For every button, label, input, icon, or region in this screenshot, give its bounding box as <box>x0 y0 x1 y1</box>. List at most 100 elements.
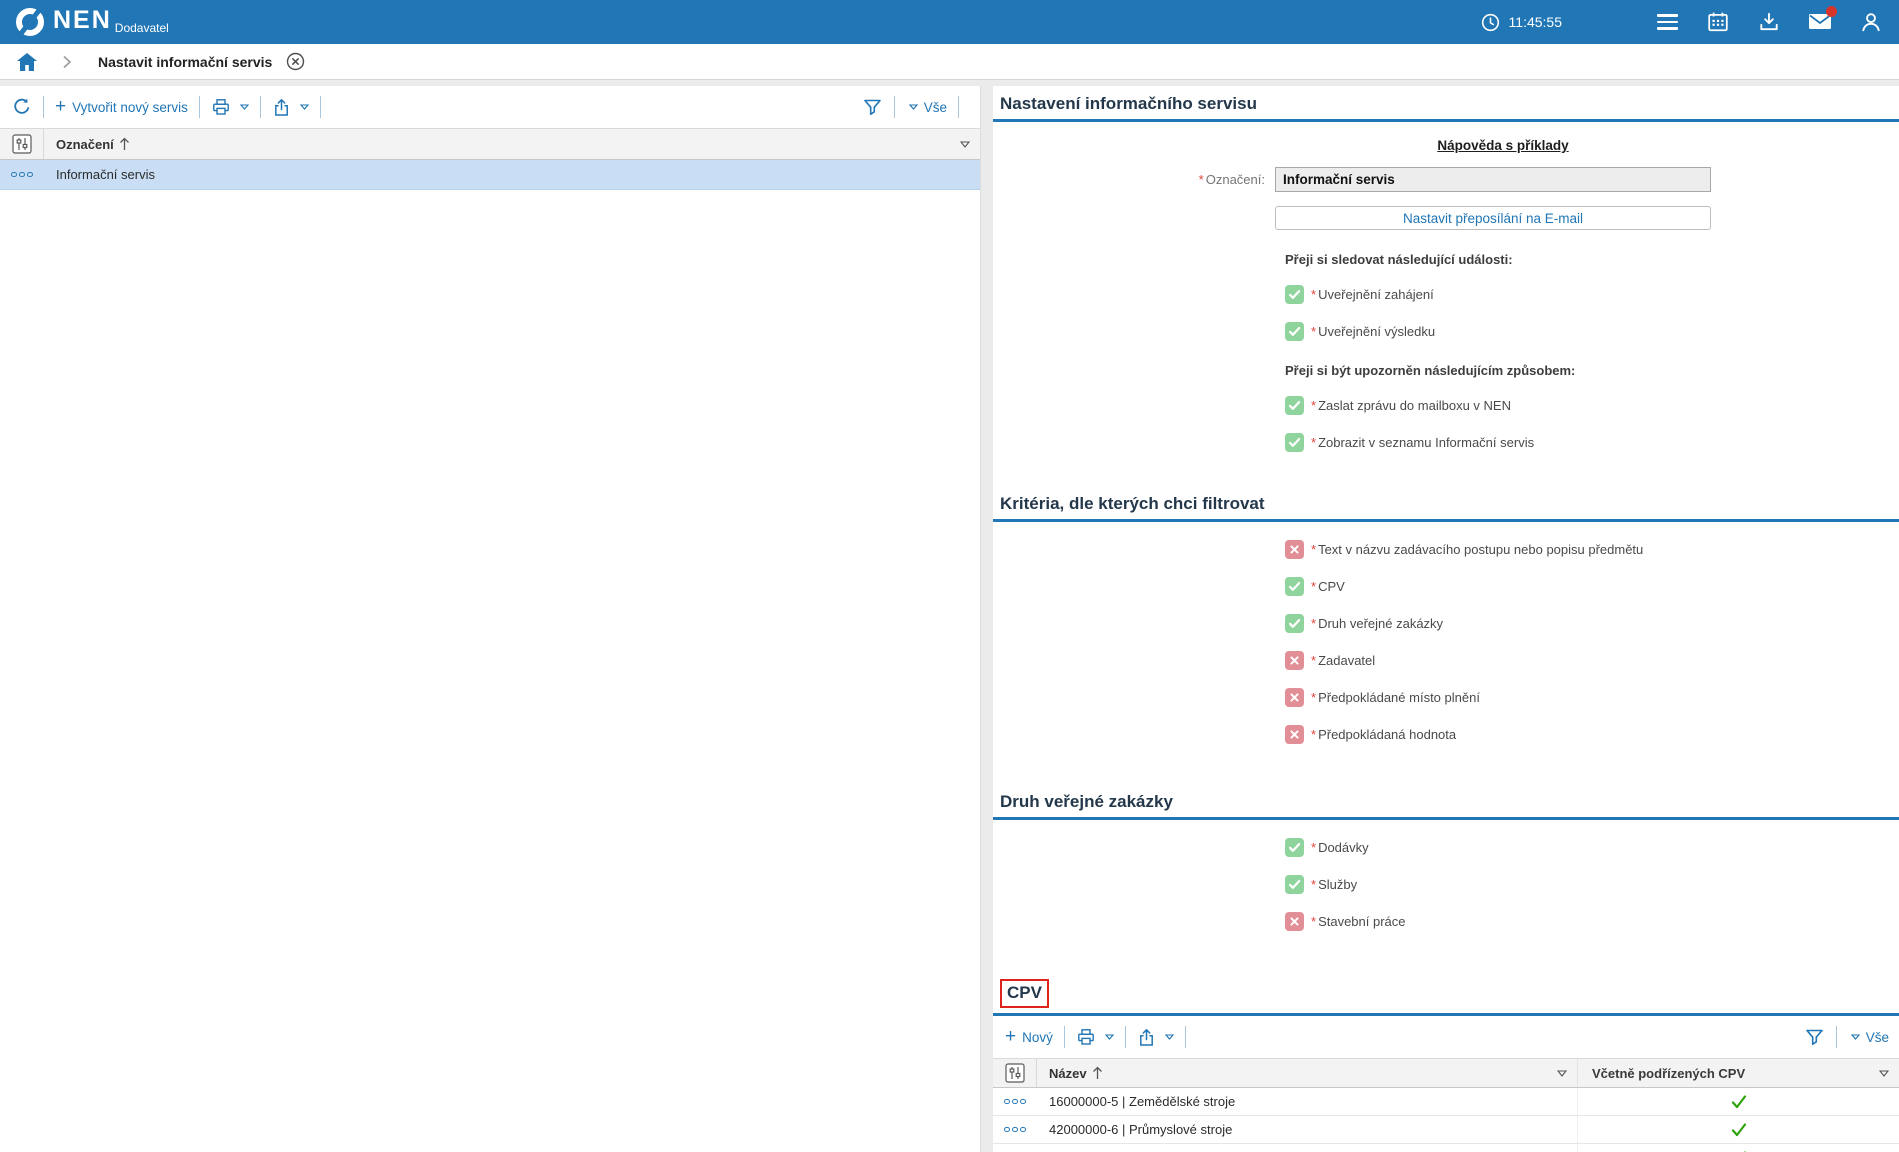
notification-badge <box>1826 6 1837 17</box>
column-filter-icon[interactable] <box>1557 1070 1567 1077</box>
checked-checkbox-icon[interactable] <box>1285 433 1304 452</box>
email-forwarding-button[interactable]: Nastavit přeposílání na E-mail <box>1275 206 1711 230</box>
filter-funnel-icon <box>862 97 883 117</box>
section-cpv: CPV + Nový <box>993 971 1899 1152</box>
unchecked-checkbox-icon[interactable] <box>1285 688 1304 707</box>
brand-name: NEN <box>53 5 112 35</box>
nen-logo-icon <box>13 5 47 39</box>
designation-input[interactable] <box>1275 167 1711 192</box>
cpv-new-button[interactable]: + Nový <box>1005 1029 1053 1045</box>
cpv-table-row[interactable]: 16000000-5 | Zemědělské stroje <box>993 1088 1899 1116</box>
event-option-label: Uveřejnění zahájení <box>1318 287 1434 302</box>
unchecked-checkbox-icon[interactable] <box>1285 912 1304 931</box>
service-row[interactable]: Informační servis <box>0 160 980 190</box>
show-all-label: Vše <box>924 100 947 115</box>
column-settings-button[interactable] <box>0 129 44 159</box>
cpv-name: 50000000-5 | Opravy a údržba <box>1037 1144 1578 1152</box>
service-table-header: Označení <box>0 128 980 160</box>
user-icon <box>1860 11 1882 33</box>
kind-row: *Služby <box>1285 875 1899 894</box>
top-header-bar: NEN Dodavatel 11:45:55 <box>0 0 1899 44</box>
designation-label: *Označení: <box>993 172 1275 187</box>
create-service-label: Vytvořit nový servis <box>72 100 188 115</box>
tab-close-button[interactable] <box>286 52 305 71</box>
event-option-row: *Uveřejnění zahájení <box>1285 285 1899 304</box>
close-icon <box>286 52 305 71</box>
cpv-show-all-button[interactable]: Vše <box>1848 1030 1889 1045</box>
cpv-section-title: CPV <box>1000 979 1049 1008</box>
clock-widget: 11:45:55 <box>1481 13 1562 32</box>
active-tab-title[interactable]: Nastavit informační servis <box>98 54 272 70</box>
refresh-button[interactable] <box>12 97 32 117</box>
menu-button[interactable] <box>1655 10 1679 34</box>
nen-logo[interactable]: NEN Dodavatel <box>13 5 169 39</box>
column-settings-icon <box>12 134 32 154</box>
filter-funnel-icon <box>1804 1027 1825 1047</box>
column-header-included[interactable]: Včetně podřízených CPV <box>1592 1066 1745 1081</box>
event-option-row: *Uveřejnění výsledku <box>1285 322 1899 341</box>
service-detail-panel: Nastavení informačního servisu Nápověda … <box>993 86 1899 1152</box>
plus-icon: + <box>1005 1029 1016 1045</box>
column-header-nazev[interactable]: Název <box>1049 1066 1087 1081</box>
create-service-button[interactable]: + Vytvořit nový servis <box>55 99 188 115</box>
home-button[interactable] <box>16 52 38 72</box>
dropdown-triangle-icon <box>1851 1034 1860 1040</box>
calendar-button[interactable] <box>1706 10 1730 34</box>
checked-checkbox-icon[interactable] <box>1285 838 1304 857</box>
toolbar-separator <box>1125 1026 1126 1048</box>
column-settings-button[interactable] <box>993 1059 1037 1087</box>
checked-checkbox-icon[interactable] <box>1285 396 1304 415</box>
cpv-filter-button[interactable] <box>1804 1027 1825 1047</box>
criteria-row: *Předpokládané místo plnění <box>1285 688 1899 707</box>
cpv-table-row[interactable]: 50000000-5 | Opravy a údržba <box>993 1144 1899 1152</box>
checked-checkbox-icon[interactable] <box>1285 285 1304 304</box>
checked-checkbox-icon[interactable] <box>1285 875 1304 894</box>
column-filter-icon[interactable] <box>960 141 970 148</box>
criteria-row: *Druh veřejné zakázky <box>1285 614 1899 633</box>
column-header-oznaceni[interactable]: Označení <box>56 137 114 152</box>
export-button[interactable] <box>272 98 309 117</box>
section-title: Druh veřejné zakázky <box>1000 792 1173 812</box>
criteria-row: *CPV <box>1285 577 1899 596</box>
service-list-toolbar: + Vytvořit nový servis <box>0 86 980 128</box>
dropdown-triangle-icon <box>1105 1034 1114 1040</box>
checked-checkbox-icon[interactable] <box>1285 577 1304 596</box>
download-tray-icon <box>1758 11 1780 33</box>
column-settings-icon <box>1005 1063 1025 1083</box>
cpv-export-button[interactable] <box>1137 1028 1174 1047</box>
sort-ascending-icon[interactable] <box>1092 1066 1103 1080</box>
row-menu-icon[interactable] <box>993 1099 1037 1105</box>
unchecked-checkbox-icon[interactable] <box>1285 651 1304 670</box>
export-icon <box>1137 1028 1156 1047</box>
row-menu-icon[interactable] <box>993 1127 1037 1133</box>
toolbar-separator <box>894 96 895 118</box>
checked-checkbox-icon[interactable] <box>1285 614 1304 633</box>
cpv-table-row[interactable]: 42000000-6 | Průmyslové stroje <box>993 1116 1899 1144</box>
checked-checkbox-icon[interactable] <box>1285 322 1304 341</box>
required-asterisk: * <box>1199 172 1204 187</box>
downloads-button[interactable] <box>1757 10 1781 34</box>
unchecked-checkbox-icon[interactable] <box>1285 725 1304 744</box>
column-filter-icon[interactable] <box>1879 1070 1889 1077</box>
section-divider <box>993 519 1899 522</box>
criteria-label: Předpokládaná hodnota <box>1318 727 1456 742</box>
dropdown-triangle-icon <box>1165 1034 1174 1040</box>
sort-ascending-icon[interactable] <box>119 137 130 151</box>
user-button[interactable] <box>1859 10 1883 34</box>
help-link[interactable]: Nápověda s příklady <box>1285 138 1721 153</box>
breadcrumb: Nastavit informační servis <box>0 44 1899 80</box>
plus-icon: + <box>55 99 66 115</box>
row-menu-icon[interactable] <box>0 172 44 178</box>
chevron-right-icon <box>62 55 72 69</box>
calendar-icon <box>1707 11 1729 33</box>
cpv-print-button[interactable] <box>1076 1027 1114 1047</box>
print-button[interactable] <box>211 97 249 117</box>
show-all-button[interactable]: Vše <box>906 100 947 115</box>
included-check-icon <box>1578 1123 1899 1137</box>
filter-button[interactable] <box>862 97 883 117</box>
clock-icon <box>1481 13 1500 32</box>
messages-button[interactable] <box>1808 10 1832 34</box>
toolbar-separator <box>260 96 261 118</box>
toolbar-separator <box>1064 1026 1065 1048</box>
unchecked-checkbox-icon[interactable] <box>1285 540 1304 559</box>
